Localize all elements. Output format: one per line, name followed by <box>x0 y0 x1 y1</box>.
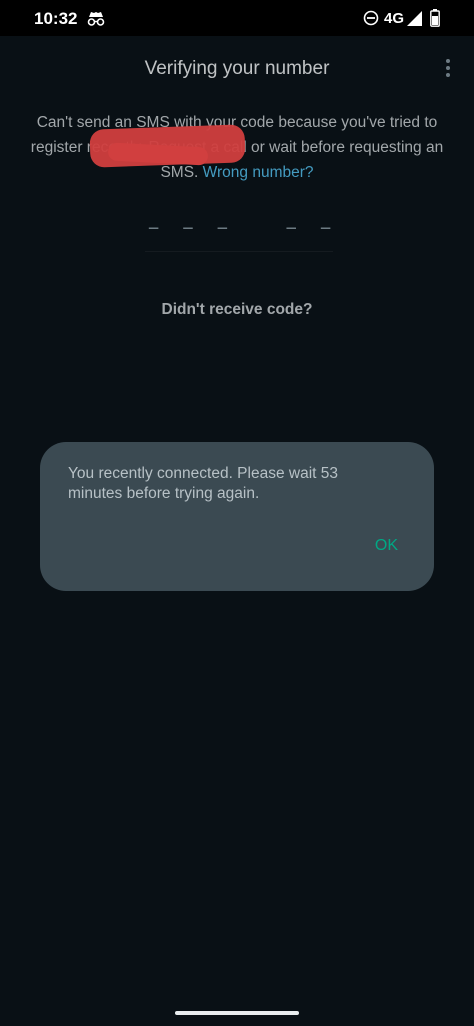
do-not-disturb-icon <box>363 10 379 26</box>
signal-icon <box>407 11 422 26</box>
ok-button[interactable]: OK <box>375 537 398 555</box>
verification-screen: 10:32 4G Verifying your number Can't sen… <box>0 0 474 1026</box>
dialog-message: You recently connected. Please wait 53 m… <box>68 465 338 502</box>
rate-limit-dialog: You recently connected. Please wait 53 m… <box>40 442 434 591</box>
incognito-icon <box>87 12 105 26</box>
status-time: 10:32 <box>34 9 78 28</box>
battery-icon <box>430 9 440 27</box>
network-type: 4G <box>384 10 405 27</box>
home-indicator[interactable] <box>175 1011 299 1015</box>
status-bar: 10:32 4G <box>0 0 474 36</box>
